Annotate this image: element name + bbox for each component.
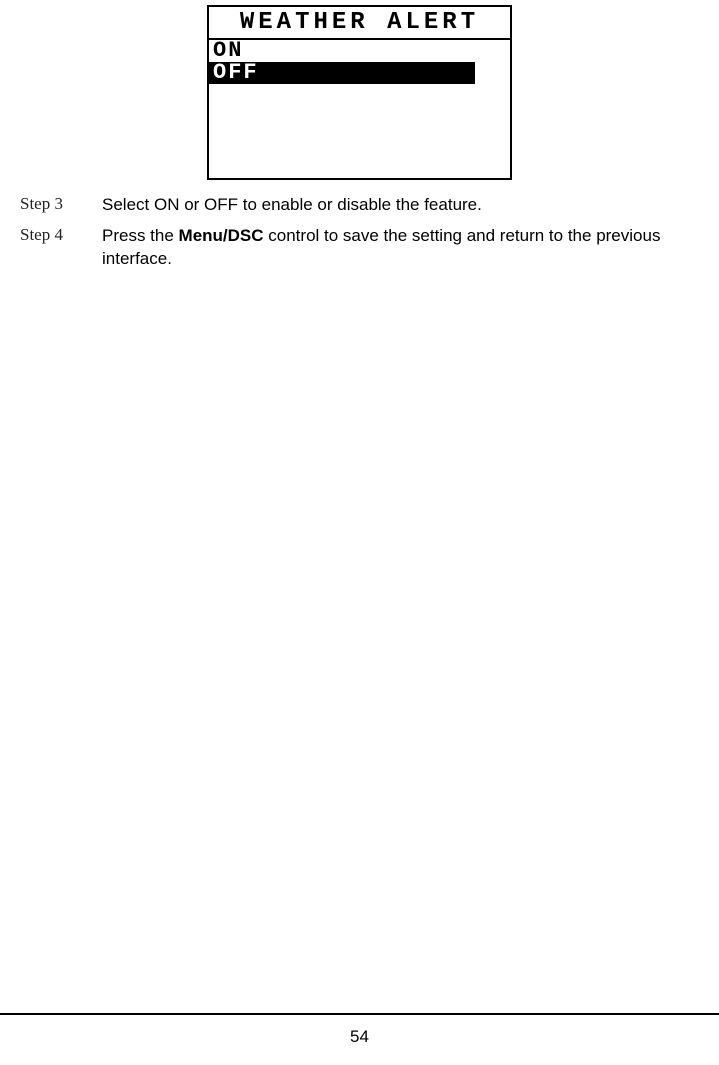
- step-4-bold: Menu/DSC: [179, 226, 264, 245]
- step-4-text: Press the Menu/DSC control to save the s…: [102, 225, 707, 271]
- device-screen: WEATHER ALERT ON OFF: [207, 5, 512, 180]
- step-4-label: Step 4: [20, 225, 102, 245]
- steps-list: Step 3 Select ON or OFF to enable or dis…: [0, 194, 719, 271]
- step-3-label: Step 3: [20, 194, 102, 214]
- page-number: 54: [350, 1027, 369, 1046]
- option-on: ON: [209, 40, 510, 62]
- screen-title: WEATHER ALERT: [209, 7, 510, 40]
- page-footer: 54: [0, 1013, 719, 1047]
- step-4-text-before: Press the: [102, 226, 179, 245]
- step-3-row: Step 3 Select ON or OFF to enable or dis…: [20, 194, 707, 217]
- option-off: OFF: [209, 62, 475, 84]
- step-4-row: Step 4 Press the Menu/DSC control to sav…: [20, 225, 707, 271]
- screen-body: ON OFF: [209, 40, 510, 178]
- step-3-text: Select ON or OFF to enable or disable th…: [102, 194, 482, 217]
